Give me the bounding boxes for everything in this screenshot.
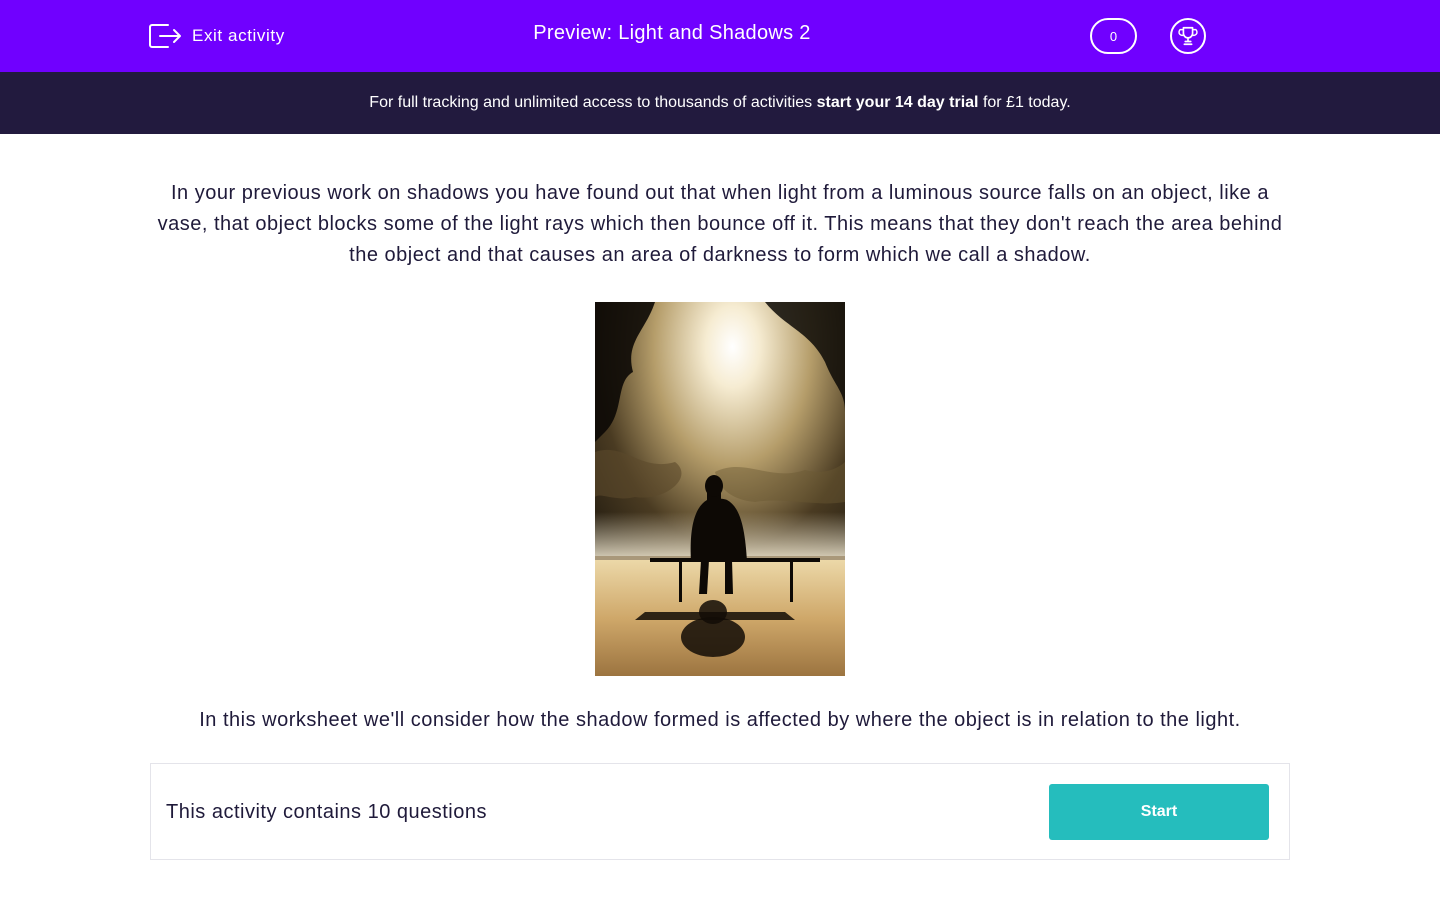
trial-text-after: for £1 today. [982,94,1071,111]
trial-banner: For full tracking and unlimited access t… [0,72,1440,134]
activity-panel: This activity contains 10 questions Star… [150,763,1290,860]
question-count: This activity contains 10 questions [166,801,487,823]
top-bar: Exit activity Preview: Light and Shadows… [0,0,1440,72]
score-counter: 0 [1090,18,1137,54]
trial-link[interactable]: start your 14 day trial [817,94,979,112]
trophy-button[interactable] [1170,18,1206,54]
trial-text-before: For full tracking and unlimited access t… [369,94,813,111]
outro-paragraph: In this worksheet we'll consider how the… [199,709,1241,731]
start-button[interactable]: Start [1049,784,1269,840]
shadow-photo [595,302,845,676]
intro-paragraph: In your previous work on shadows you hav… [157,182,1283,266]
trophy-icon [1178,26,1198,46]
score-value: 0 [1109,28,1118,44]
page-title: Preview: Light and Shadows 2 [533,22,811,44]
